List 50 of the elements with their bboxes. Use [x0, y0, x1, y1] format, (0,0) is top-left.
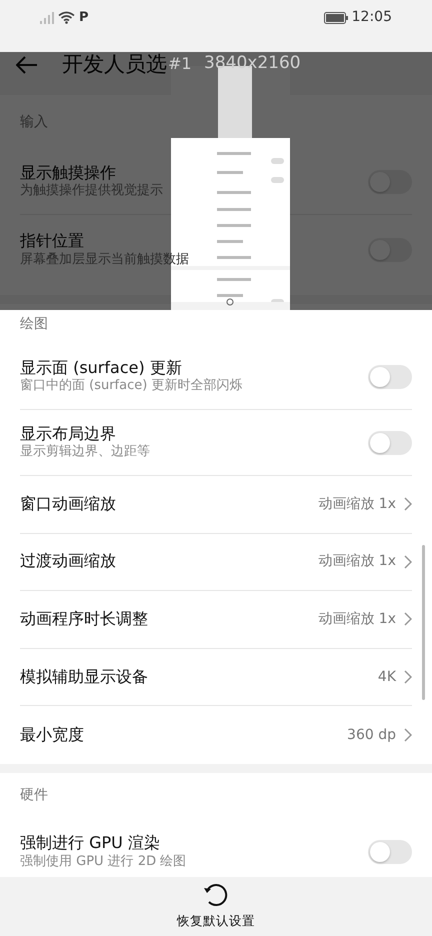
toggle-switch[interactable] — [368, 840, 412, 864]
settings-item[interactable]: 显示布局边界 显示剪辑边界、边距等 — [20, 410, 412, 476]
section-header: 绘图 — [20, 314, 48, 334]
settings-item[interactable]: 过渡动画缩放 动画缩放 1x — [20, 534, 412, 592]
item-value: 动画缩放 1x — [318, 610, 396, 629]
notification-icon: P — [79, 8, 89, 28]
item-subtitle: 窗口中的面 (surface) 更新时全部闪烁 — [20, 378, 244, 396]
reset-icon — [203, 882, 229, 908]
wifi-icon — [58, 11, 75, 24]
item-title: 显示面 (surface) 更新 — [20, 358, 183, 378]
toggle-switch[interactable] — [368, 430, 412, 454]
back-icon[interactable] — [16, 56, 38, 74]
settings-item[interactable]: 显示面 (surface) 更新 窗口中的面 (surface) 更新时全部闪烁 — [20, 344, 412, 410]
signal-icon — [40, 12, 54, 24]
chevron-icon — [404, 497, 412, 512]
chevron-icon — [404, 728, 412, 742]
item-value: 动画缩放 1x — [318, 494, 396, 514]
settings-item[interactable]: 窗口动画缩放 动画缩放 1x — [20, 476, 412, 534]
item-title: 过渡动画缩放 — [20, 551, 117, 572]
toggle-switch[interactable] — [368, 364, 412, 388]
settings-item[interactable]: 动画程序时长调整 动画缩放 1x — [20, 591, 412, 649]
chevron-icon — [404, 670, 412, 684]
item-title: 显示触摸操作 — [20, 162, 117, 183]
settings-item[interactable]: 最小宽度 360 dp — [20, 706, 412, 764]
item-subtitle: 显示剪辑边界、边距等 — [20, 444, 151, 462]
screenshot-index: #1 — [168, 56, 192, 72]
chevron-icon — [404, 554, 412, 569]
item-title: 强制进行 GPU 渲染 — [20, 833, 161, 854]
settings-item[interactable]: 模拟辅助显示设备 4K — [20, 648, 412, 706]
battery-icon — [324, 12, 348, 24]
toggle-switch[interactable] — [368, 170, 412, 194]
item-subtitle: 强制使用 GPU 进行 2D 绘图 — [20, 854, 188, 871]
item-value: 动画缩放 1x — [318, 552, 396, 572]
item-title: 最小宽度 — [20, 724, 85, 746]
item-title: 动画程序时长调整 — [20, 609, 149, 630]
item-value: 360 dp — [347, 726, 396, 745]
chevron-icon — [404, 612, 412, 626]
page-title: 开发人员选 — [62, 51, 167, 78]
clock: 12:05 — [352, 8, 392, 27]
section-header: 输入 — [20, 112, 48, 132]
toggle-switch[interactable] — [368, 238, 412, 262]
item-title: 指针位置 — [20, 231, 85, 252]
item-title: 显示布局边界 — [20, 424, 117, 444]
item-value: 4K — [378, 668, 396, 687]
item-title: 模拟辅助显示设备 — [20, 666, 149, 688]
section-header: 硬件 — [20, 786, 48, 806]
settings-item[interactable]: 强制进行 GPU 渲染 强制使用 GPU 进行 2D 绘图 — [20, 818, 412, 877]
item-title: 窗口动画缩放 — [20, 494, 117, 515]
item-subtitle: 为触摸操作提供视觉提示 — [20, 183, 164, 200]
screenshot-resolution: 3840x2160 — [204, 55, 301, 72]
